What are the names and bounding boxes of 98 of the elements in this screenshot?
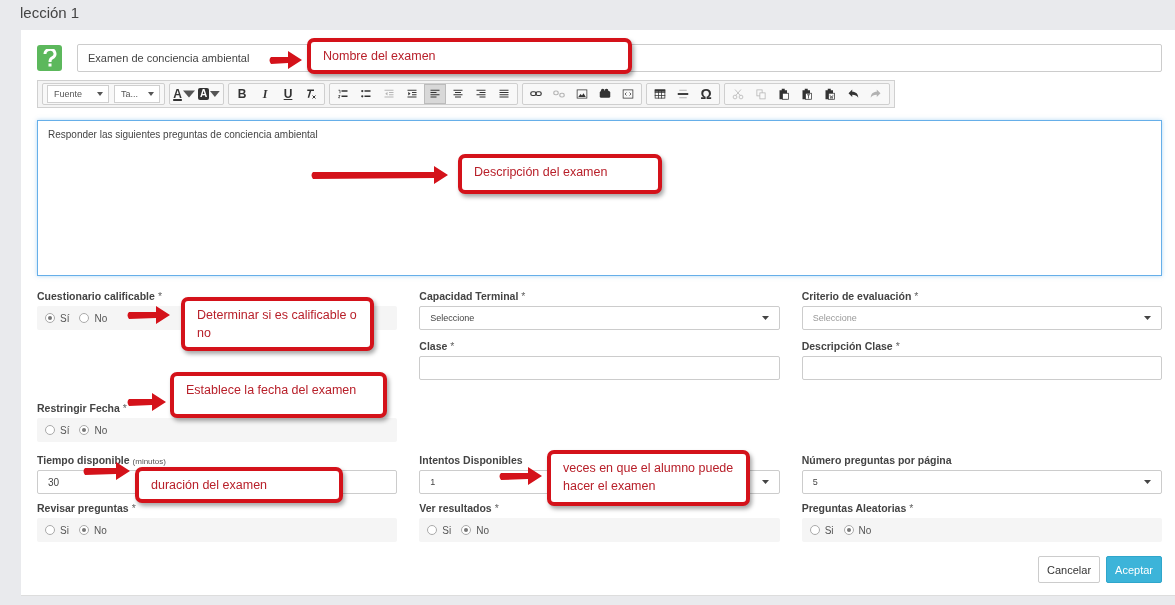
cancel-button[interactable]: Cancelar <box>1038 556 1101 583</box>
radio-option[interactable]: No <box>461 524 490 536</box>
cut-icon <box>732 88 744 100</box>
radio-option[interactable]: No <box>843 524 872 536</box>
field-label: Capacidad Terminal <box>419 290 519 302</box>
caret-icon <box>1144 316 1151 320</box>
question-mark-icon <box>37 45 62 71</box>
numbered-list-icon <box>337 88 349 100</box>
toolbar-button[interactable]: Ω <box>695 84 717 104</box>
radio-option[interactable]: No <box>79 312 108 324</box>
caret-icon <box>761 480 769 484</box>
annotation-tooltip: Establece la fecha del examen <box>170 372 387 418</box>
table-icon <box>654 88 666 100</box>
required-mark: * <box>521 290 526 302</box>
align-center-icon <box>452 88 464 100</box>
text-field[interactable] <box>801 356 1162 380</box>
align-left-button[interactable] <box>424 84 446 104</box>
radio-option[interactable]: Sí <box>45 312 70 324</box>
field-label: Revisar preguntas <box>37 502 129 514</box>
annotation-tooltip: veces en que el alumno puede hacer el examen <box>547 450 750 506</box>
caret-icon <box>182 88 195 100</box>
justify-icon <box>498 88 510 100</box>
radio-button[interactable] <box>427 525 438 535</box>
field-label: Intentos Disponibles <box>419 454 523 466</box>
caret-icon <box>1144 480 1151 484</box>
pointer-arrow <box>126 306 170 324</box>
required-mark: * <box>494 502 499 514</box>
pointer-arrow <box>498 467 542 485</box>
required-mark: * <box>122 402 127 414</box>
field-label: Cuestionario calificable <box>37 290 155 302</box>
required-mark: * <box>895 340 900 352</box>
description-text: Responder las siguientes preguntas de conciencia ambiental <box>48 129 318 140</box>
page-title: lección 1 <box>19 3 80 23</box>
field-label: Restringir Fecha <box>37 402 120 414</box>
required-mark: * <box>914 290 919 302</box>
outdent-icon <box>383 88 395 100</box>
paste-word-icon <box>824 88 836 100</box>
radio-option[interactable]: No <box>78 524 107 536</box>
toolbar-button[interactable]: A <box>172 84 196 104</box>
iframe-icon <box>622 88 634 100</box>
annotation-tooltip: Determinar si es calificable o no <box>181 297 374 352</box>
redo-icon <box>870 88 882 100</box>
remove-format-icon <box>305 88 317 100</box>
undo-icon <box>847 88 859 100</box>
radio-option[interactable]: Si <box>45 524 69 536</box>
paste-icon <box>778 88 790 100</box>
radio-button[interactable] <box>45 313 55 323</box>
bulleted-list-icon <box>360 88 372 100</box>
toolbar-button[interactable]: U <box>277 84 299 104</box>
radio-button[interactable] <box>79 313 90 323</box>
radio-option[interactable]: Si <box>427 524 452 536</box>
caret-icon <box>97 92 103 96</box>
text-field[interactable] <box>419 356 780 380</box>
horizontal-line-icon <box>677 88 689 100</box>
annotation-tooltip: Descripción del examen <box>458 154 662 194</box>
video-icon <box>599 88 611 100</box>
indent-icon <box>406 88 418 100</box>
image-icon <box>576 88 588 100</box>
align-right-icon <box>475 88 487 100</box>
radio-option[interactable]: No <box>79 424 108 436</box>
field-label: Descripción Clase <box>801 340 893 352</box>
radio-button[interactable] <box>843 525 854 535</box>
radio-option[interactable]: Si <box>809 524 834 536</box>
caret-icon <box>761 316 769 320</box>
required-mark: * <box>909 502 914 514</box>
radio-button[interactable] <box>45 425 55 435</box>
field-label: Número preguntas por página <box>801 454 952 466</box>
required-mark: * <box>157 290 162 302</box>
select-field[interactable]: Seleccione <box>419 306 780 330</box>
radio-button[interactable] <box>78 525 89 535</box>
pointer-arrow <box>126 393 166 411</box>
field-label: Ver resultados <box>419 502 492 514</box>
radio-button[interactable] <box>809 525 820 535</box>
annotation-tooltip: Nombre del examen <box>307 38 632 75</box>
radio-button[interactable] <box>45 525 55 535</box>
toolbar-dropdown[interactable]: Ta... <box>114 85 160 103</box>
required-mark: * <box>450 340 455 352</box>
caret-icon <box>148 92 154 96</box>
required-mark: * <box>131 502 136 514</box>
radio-option[interactable]: Sí <box>45 424 70 436</box>
copy-icon <box>755 88 767 100</box>
field-label: Tiempo disponible <box>37 454 130 466</box>
toolbar-button[interactable]: I <box>254 84 276 104</box>
radio-button[interactable] <box>79 425 90 435</box>
radio-button[interactable] <box>461 525 472 535</box>
toolbar-dropdown[interactable]: Fuente <box>47 85 109 103</box>
paste-text-icon <box>801 88 813 100</box>
field-label: Clase <box>419 340 448 352</box>
toolbar-button[interactable]: A <box>197 84 221 104</box>
select-field[interactable]: 5 <box>801 470 1162 494</box>
toolbar-button[interactable]: B <box>231 84 253 104</box>
pointer-arrow <box>268 51 302 69</box>
unlink-icon <box>553 88 565 100</box>
annotation-tooltip: duración del examen <box>135 467 343 504</box>
field-hint: (minutos) <box>132 457 166 466</box>
field-label: Preguntas Aleatorias <box>801 502 907 514</box>
field-label: Criterio de evaluación <box>801 290 912 302</box>
align-left-icon <box>429 88 441 100</box>
